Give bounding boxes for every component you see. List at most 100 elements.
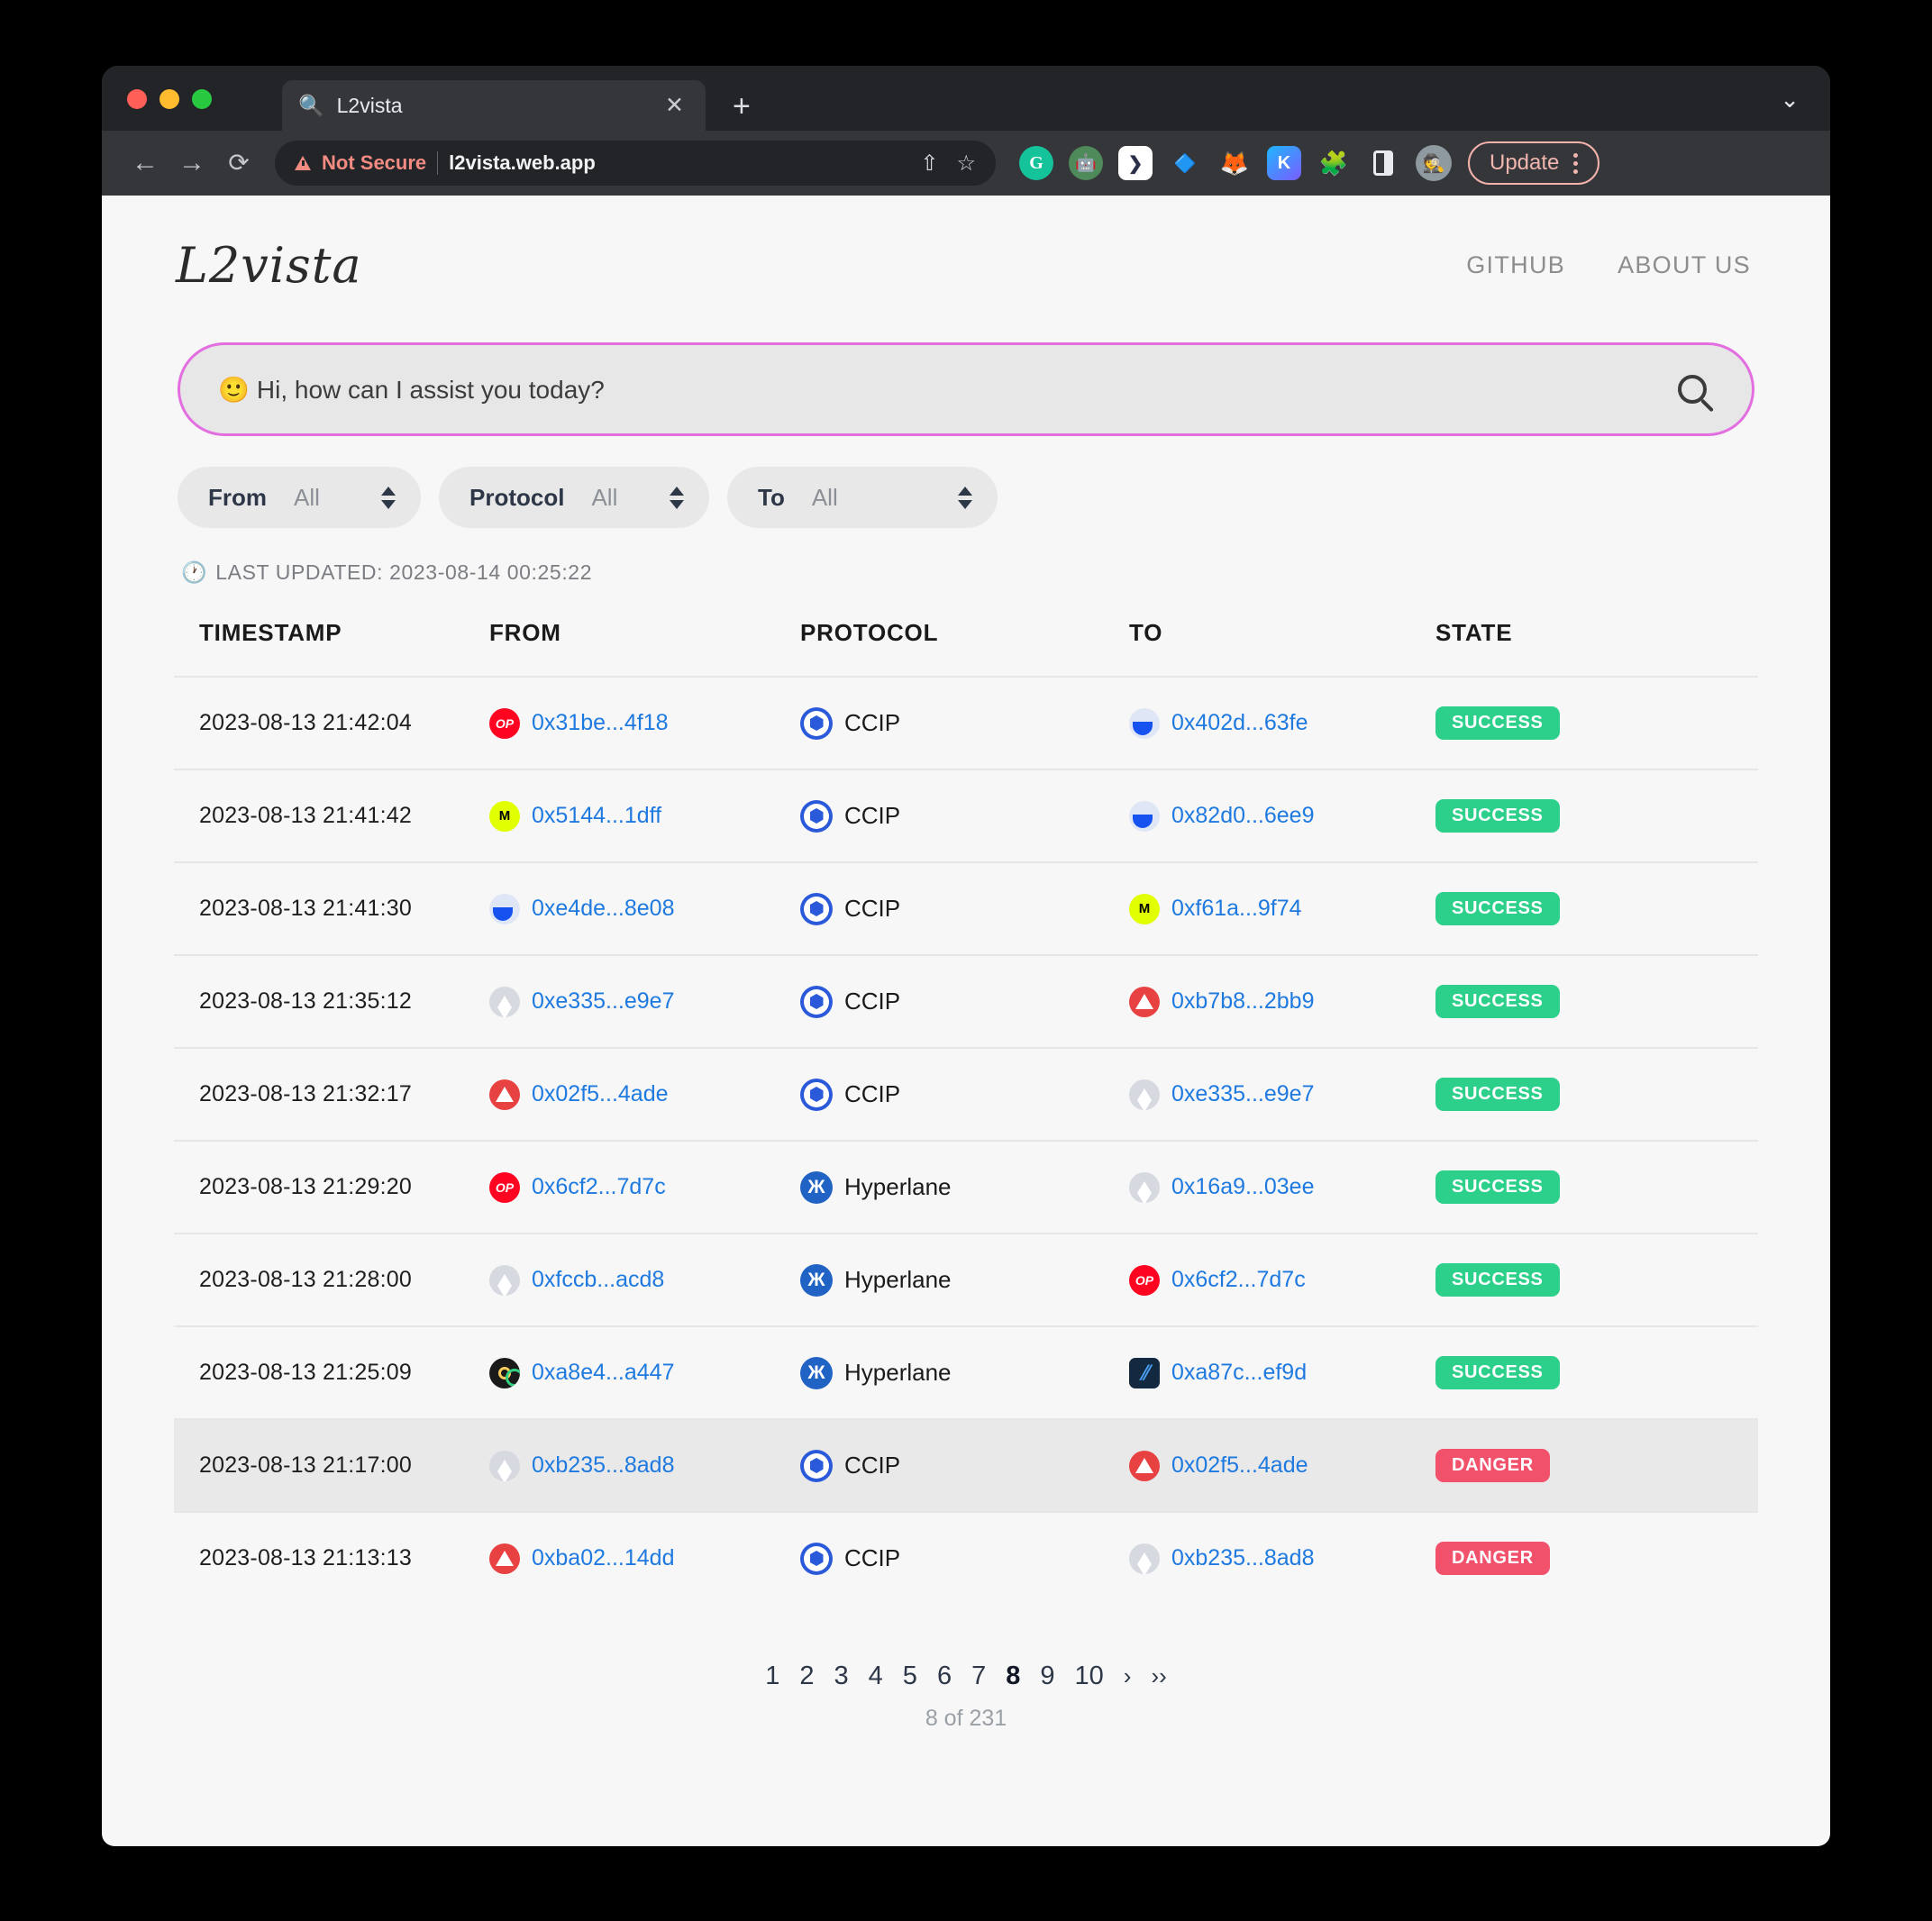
- column-header-from[interactable]: FROM: [489, 608, 800, 677]
- chevron-updown-icon[interactable]: [633, 486, 684, 509]
- from-address-link[interactable]: 0xa8e4...a447: [532, 1360, 674, 1386]
- table-row[interactable]: 2023-08-13 21:25:09 0xa8e4...a447 Ж Hyperla…: [174, 1325, 1758, 1419]
- column-header-to[interactable]: TO: [1129, 608, 1435, 677]
- from-address-link[interactable]: 0x5144...1dff: [532, 803, 661, 829]
- pagination-page-2[interactable]: 2: [799, 1662, 814, 1691]
- from-address-link[interactable]: 0x02f5...4ade: [532, 1081, 669, 1107]
- to-address-link[interactable]: 0x82d0...6ee9: [1171, 803, 1314, 829]
- chevron-down-icon[interactable]: ⌄: [1780, 87, 1800, 111]
- from-address-link[interactable]: 0x6cf2...7d7c: [532, 1174, 666, 1200]
- to-address-link[interactable]: 0xa87c...ef9d: [1171, 1360, 1307, 1386]
- update-button[interactable]: Update: [1468, 141, 1600, 185]
- security-status-label[interactable]: Not Secure: [322, 151, 426, 175]
- profile-avatar[interactable]: 🕵: [1416, 145, 1452, 181]
- filter-protocol[interactable]: Protocol All: [439, 467, 709, 528]
- browser-tab[interactable]: 🔍 L2vista ✕: [282, 80, 706, 131]
- table-row[interactable]: 2023-08-13 21:32:17 0x02f5...4ade CCIP 0xe3…: [174, 1047, 1758, 1141]
- back-button[interactable]: ←: [122, 150, 169, 177]
- protocol-name: CCIP: [844, 988, 901, 1015]
- column-header-protocol[interactable]: PROTOCOL: [800, 608, 1129, 677]
- search-bar[interactable]: 🙂 Hi, how can I assist you today?: [178, 342, 1754, 436]
- forward-button[interactable]: →: [169, 150, 215, 177]
- search-input[interactable]: 🙂 Hi, how can I assist you today?: [218, 375, 1678, 405]
- status-badge: DANGER: [1435, 1449, 1550, 1482]
- new-tab-button[interactable]: +: [733, 91, 751, 122]
- cell-timestamp: 2023-08-13 21:35:12: [174, 954, 489, 1048]
- pagination-page-5[interactable]: 5: [903, 1662, 917, 1691]
- to-address-link[interactable]: 0x16a9...03ee: [1171, 1174, 1314, 1200]
- filter-from[interactable]: From All: [178, 467, 421, 528]
- pagination-last-icon[interactable]: ››: [1151, 1662, 1166, 1690]
- table-row[interactable]: 2023-08-13 21:28:00 0xfccb...acd8 Ж Hyperla…: [174, 1233, 1758, 1326]
- browser-menu-icon[interactable]: [1573, 152, 1579, 174]
- table-row[interactable]: 2023-08-13 21:42:04 OP 0x31be...4f18 CCIP 0x…: [174, 676, 1758, 769]
- extensions-puzzle-icon[interactable]: 🧩: [1317, 146, 1351, 180]
- pagination-page-8[interactable]: 8: [1006, 1662, 1020, 1691]
- metamask-snaps-extension-icon[interactable]: 🤖: [1069, 146, 1103, 180]
- share-icon[interactable]: ⇧: [920, 150, 938, 177]
- protocol-name: CCIP: [844, 802, 901, 829]
- from-address-link[interactable]: 0xba02...14dd: [532, 1545, 674, 1571]
- phantom-wallet-extension-icon[interactable]: ❯: [1118, 146, 1153, 180]
- column-header-state[interactable]: STATE: [1435, 608, 1758, 677]
- from-address-link[interactable]: 0xb235...8ad8: [532, 1452, 674, 1479]
- table-row[interactable]: 2023-08-13 21:41:30 0xe4de...8e08 CCIP M 0xf…: [174, 861, 1758, 955]
- cell-timestamp: 2023-08-13 21:41:30: [174, 861, 489, 955]
- to-address-link[interactable]: 0xb7b8...2bb9: [1171, 988, 1314, 1015]
- metamask-extension-icon[interactable]: 🦊: [1217, 146, 1252, 180]
- to-address-link[interactable]: 0xb235...8ad8: [1171, 1545, 1314, 1571]
- close-tab-icon[interactable]: ✕: [660, 94, 689, 117]
- to-address-link[interactable]: 0xf61a...9f74: [1171, 896, 1302, 922]
- from-address-link[interactable]: 0xfccb...acd8: [532, 1267, 664, 1293]
- cell-from: 0xa8e4...a447: [489, 1325, 800, 1419]
- status-badge: SUCCESS: [1435, 1078, 1560, 1111]
- from-address-link[interactable]: 0x31be...4f18: [532, 710, 669, 736]
- maximize-window-button[interactable]: [192, 89, 212, 109]
- to-address-link[interactable]: 0x02f5...4ade: [1171, 1452, 1308, 1479]
- site-logo[interactable]: L2vista: [176, 237, 362, 294]
- filter-from-value: All: [294, 483, 320, 511]
- cell-from: 0xe335...e9e7: [489, 954, 800, 1048]
- pagination-page-10[interactable]: 10: [1075, 1662, 1104, 1691]
- close-window-button[interactable]: [127, 89, 147, 109]
- pagination-page-1[interactable]: 1: [765, 1662, 779, 1691]
- table-row[interactable]: 2023-08-13 21:35:12 0xe335...e9e7 CCIP 0xb7…: [174, 954, 1758, 1048]
- pagination-page-7[interactable]: 7: [971, 1662, 986, 1691]
- table-row[interactable]: 2023-08-13 21:13:13 0xba02...14dd CCIP 0xb2…: [174, 1511, 1758, 1604]
- pagination-page-9[interactable]: 9: [1040, 1662, 1054, 1691]
- chevron-updown-icon[interactable]: [922, 486, 972, 509]
- address-bar[interactable]: Not Secure l2vista.web.app ⇧ ☆: [275, 141, 996, 186]
- nav-link-about-us[interactable]: ABOUT US: [1618, 251, 1751, 279]
- side-panel-icon[interactable]: [1366, 146, 1400, 180]
- kaito-extension-icon[interactable]: K: [1267, 146, 1301, 180]
- rabby-wallet-extension-icon[interactable]: 🔷: [1168, 146, 1202, 180]
- minimize-window-button[interactable]: [159, 89, 179, 109]
- table-row[interactable]: 2023-08-13 21:17:00 0xb235...8ad8 CCIP 0x02…: [174, 1418, 1758, 1512]
- search-icon[interactable]: [1678, 375, 1707, 404]
- ethereum-chain-icon: [1129, 1079, 1160, 1110]
- from-address-link[interactable]: 0xe335...e9e7: [532, 988, 674, 1015]
- url-text[interactable]: l2vista.web.app: [449, 151, 596, 175]
- filter-to[interactable]: To All: [727, 467, 998, 528]
- pagination-next-icon[interactable]: ›: [1124, 1662, 1132, 1690]
- nav-link-github[interactable]: GITHUB: [1466, 251, 1565, 279]
- cell-state: DANGER: [1435, 1418, 1758, 1512]
- reload-button[interactable]: ⟳: [215, 150, 262, 176]
- filter-from-label: From: [208, 483, 267, 511]
- column-header-timestamp[interactable]: TIMESTAMP: [174, 608, 489, 677]
- table-row[interactable]: 2023-08-13 21:29:20 OP 0x6cf2...7d7c Ж Hyper…: [174, 1140, 1758, 1234]
- clock-icon: 🕐: [181, 560, 208, 584]
- pagination-page-6[interactable]: 6: [937, 1662, 952, 1691]
- to-address-link[interactable]: 0x402d...63fe: [1171, 710, 1308, 736]
- to-address-link[interactable]: 0xe335...e9e7: [1171, 1081, 1314, 1107]
- pagination-page-3[interactable]: 3: [834, 1662, 849, 1691]
- protocol-name: CCIP: [844, 1452, 901, 1479]
- to-address-link[interactable]: 0x6cf2...7d7c: [1171, 1267, 1306, 1293]
- bookmark-star-icon[interactable]: ☆: [956, 150, 976, 177]
- pagination-page-4[interactable]: 4: [869, 1662, 883, 1691]
- from-address-link[interactable]: 0xe4de...8e08: [532, 896, 674, 922]
- chevron-updown-icon[interactable]: [345, 486, 396, 509]
- grammarly-extension-icon[interactable]: G: [1019, 146, 1053, 180]
- table-row[interactable]: 2023-08-13 21:41:42 M 0x5144...1dff CCIP 0x8…: [174, 769, 1758, 862]
- moonbeam-chain-icon: M: [489, 800, 520, 832]
